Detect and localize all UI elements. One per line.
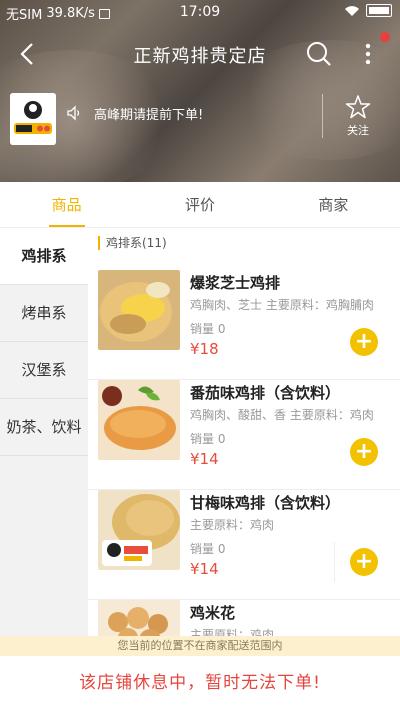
product-price: ¥14 [190,560,219,578]
page-title: 正新鸡排贵定店 [133,46,267,67]
battery-icon [366,4,392,17]
status-bar: 无SIM 39.8K/s 17:09 [0,0,400,24]
product-sales: 销量 0 [190,432,226,446]
star-icon [345,95,371,119]
product-description: 主要原料：鸡肉 [190,518,275,532]
shop-info-row: 高峰期请提前下单! 关注 [0,92,400,152]
wifi-icon [345,5,359,16]
search-icon[interactable] [305,40,333,68]
follow-button[interactable]: 关注 [336,92,380,142]
speaker-icon [67,105,80,121]
product-image [98,380,180,460]
nav-bar: 正新鸡排贵定店 [0,26,400,82]
tab-merchant[interactable]: 商家 [267,182,400,227]
category-sidebar: 鸡排系 烤串系 汉堡系 奶茶、饮料 [0,228,88,638]
list-item[interactable]: 番茄味鸡排（含饮料） 鸡胸肉、酸甜、香 主要原料：鸡肉 销量 0 ¥14 + [88,380,400,490]
product-name: 爆浆芝士鸡排 [190,274,281,292]
notification-dot [380,32,390,42]
tab-products[interactable]: 商品 [0,182,133,227]
shop-logo [10,93,56,145]
sidebar-item-drinks[interactable]: 奶茶、饮料 [0,399,88,456]
add-to-cart-button[interactable]: + [350,328,378,356]
shop-closed-notice: 该店铺休息中，暂时无法下单! [0,656,400,710]
product-name: 番茄味鸡排（含饮料） [190,384,341,402]
product-description: 鸡胸肉、酸甜、香 主要原料：鸡肉 [190,408,374,422]
product-image [98,270,180,350]
product-price: ¥14 [190,450,219,468]
list-item[interactable]: 爆浆芝士鸡排 鸡胸肉、芝士 主要原料：鸡胸脯肉 销量 0 ¥18 + [88,270,400,380]
divider [322,94,323,138]
add-to-cart-button[interactable]: + [350,548,378,576]
sidebar-item-chicken-cutlet[interactable]: 鸡排系 [0,228,88,285]
product-sales: 销量 0 [190,542,226,556]
list-item[interactable]: 甘梅味鸡排（含饮料） 主要原料：鸡肉 销量 0 ¥14 + [88,490,400,600]
divider [334,542,335,582]
product-name: 鸡米花 [190,604,236,622]
product-sales: 销量 0 [190,322,226,336]
clock: 17:09 [179,4,221,20]
product-image [98,600,180,638]
tab-reviews[interactable]: 评价 [133,182,266,227]
follow-label: 关注 [347,124,369,137]
product-list: 鸡排系(11) 爆浆芝士鸡排 鸡胸肉、芝士 主要原料：鸡胸脯肉 销量 0 ¥18… [88,228,400,638]
product-name: 甘梅味鸡排（含饮料） [190,494,341,512]
list-item[interactable]: 鸡米花 主要原料：鸡肉 [88,600,400,638]
product-description: 鸡胸肉、芝士 主要原料：鸡胸脯肉 [190,298,374,312]
shop-notice: 高峰期请提前下单! [94,108,204,123]
more-icon[interactable] [356,40,380,68]
delivery-range-notice: 您当前的位置不在商家配送范围内 [0,636,400,656]
sidebar-item-skewers[interactable]: 烤串系 [0,285,88,342]
product-price: ¥18 [190,340,219,358]
add-to-cart-button[interactable]: + [350,438,378,466]
tab-bar: 商品 评价 商家 [0,182,400,228]
section-title: 鸡排系(11) [98,236,167,250]
product-image [98,490,180,570]
sidebar-item-burgers[interactable]: 汉堡系 [0,342,88,399]
